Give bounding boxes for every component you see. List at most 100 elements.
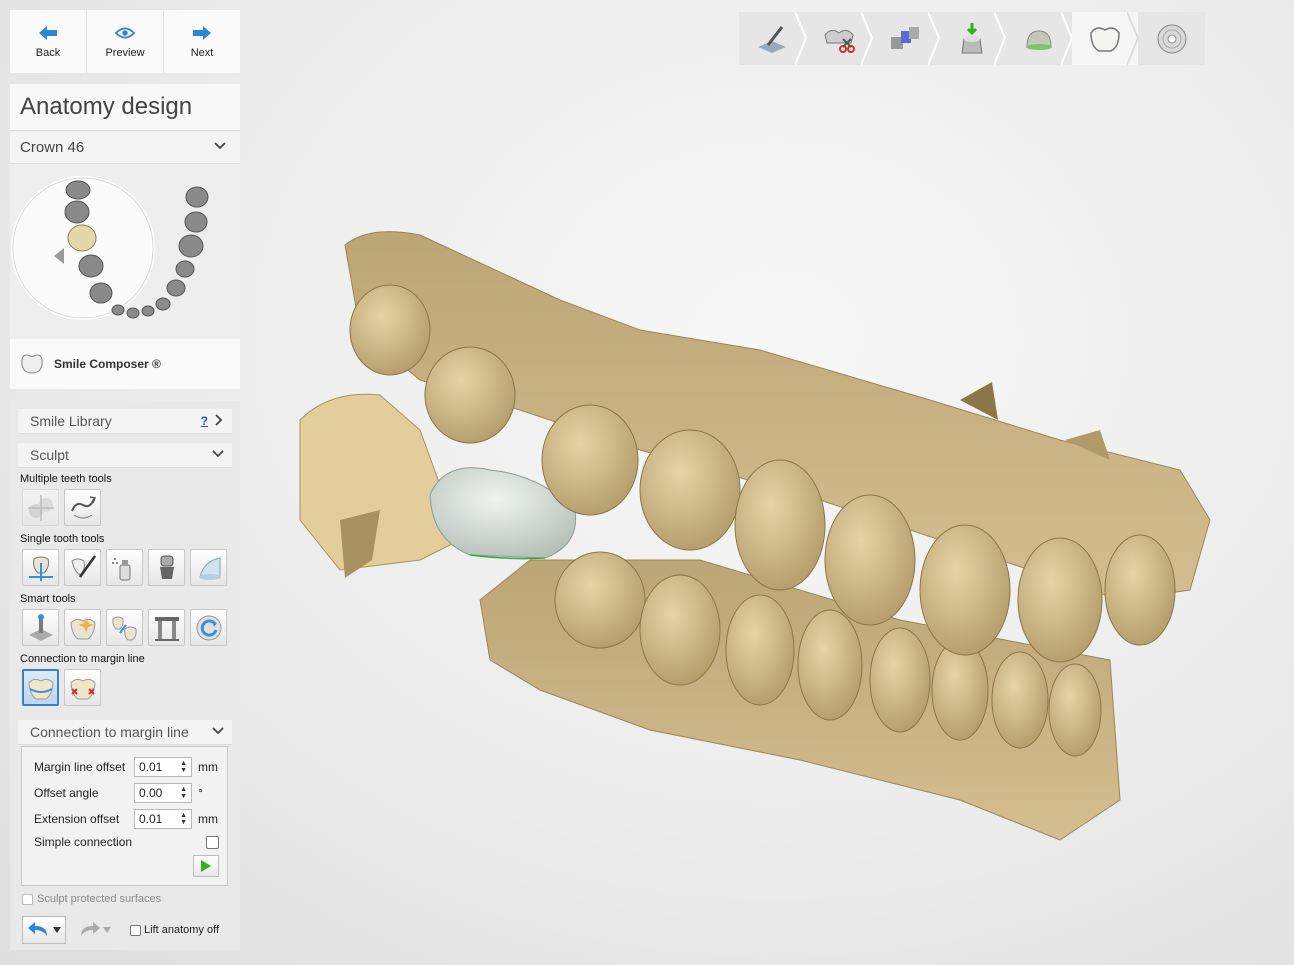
sculpt-protected-checkbox[interactable] <box>22 893 33 905</box>
tooth-icon[interactable] <box>155 297 171 311</box>
coping-icon <box>1025 29 1052 50</box>
unit-label: ° <box>198 786 203 800</box>
chevron-right-icon <box>214 413 224 429</box>
step-save[interactable] <box>1138 12 1205 65</box>
selected-tooth-icon[interactable] <box>67 224 97 252</box>
spinner-arrows-icon[interactable]: ▲ ▼ <box>180 760 187 774</box>
spinner-arrows-icon[interactable]: ▲ ▼ <box>180 812 187 826</box>
tooth-icon[interactable] <box>64 200 90 224</box>
shape-tool-button[interactable] <box>148 549 185 586</box>
extension-offset-label: Extension offset <box>34 812 120 826</box>
lift-anatomy-off-option[interactable]: Lift anatomy off <box>130 924 219 936</box>
freeform-tool-button[interactable] <box>64 549 101 586</box>
tooth-icon[interactable] <box>166 279 186 297</box>
transform-tooth-button[interactable] <box>22 549 59 586</box>
spray-icon <box>111 557 130 580</box>
tooth-icon[interactable] <box>126 307 140 319</box>
back-button[interactable]: Back <box>10 10 87 73</box>
help-link[interactable]: ? <box>201 414 208 428</box>
sculpt-protected-option[interactable]: Sculpt protected surfaces <box>22 893 161 905</box>
spinner-arrows-icon[interactable]: ▲ ▼ <box>180 786 187 800</box>
preview-button[interactable]: Preview <box>87 10 164 73</box>
step-coping[interactable] <box>1005 12 1073 65</box>
smile-composer-button[interactable]: Smile Composer ® <box>10 339 240 389</box>
simple-connection-checkbox[interactable] <box>206 835 219 849</box>
chevron-down-icon <box>214 140 226 155</box>
tooth-icon[interactable] <box>141 305 155 317</box>
redo-button[interactable] <box>72 916 116 944</box>
margin-parameters: Margin line offset 0.01 ▲ ▼ mm Offset ang… <box>21 746 228 886</box>
reset-tool-button[interactable] <box>190 609 227 646</box>
undo-button[interactable] <box>22 916 66 944</box>
eye-icon <box>115 27 135 38</box>
add-remove-material-button[interactable] <box>106 549 143 586</box>
pillars-icon <box>154 616 179 641</box>
disconnect-margin-button[interactable] <box>64 669 101 706</box>
offset-angle-value: 0.00 <box>139 786 163 800</box>
offset-angle-input[interactable]: 0.00 ▲ ▼ <box>134 783 192 803</box>
margin-tools <box>22 669 101 706</box>
transform-tooth-icon <box>28 556 53 581</box>
tooth-morph-icon <box>111 616 137 640</box>
tooth-chart[interactable] <box>10 166 240 338</box>
margin-tools-label: Connection to margin line <box>20 653 145 665</box>
tooth-icon[interactable] <box>111 304 125 316</box>
chevron-down-icon <box>212 448 224 463</box>
tooth-icon[interactable] <box>184 211 208 233</box>
crown-margin-icon <box>27 678 54 699</box>
back-label: Back <box>35 46 61 59</box>
step-cut-model[interactable] <box>806 12 874 65</box>
deform-icon <box>70 495 96 518</box>
transform-teeth-button[interactable] <box>22 489 59 526</box>
pen-tooth-icon <box>70 554 96 578</box>
extension-offset-input[interactable]: 0.01 ▲ ▼ <box>134 809 192 829</box>
offset-angle-label: Offset angle <box>34 786 99 800</box>
offset-angle-row: Offset angle 0.00 ▲ ▼ ° <box>34 783 203 803</box>
deform-teeth-button[interactable] <box>64 489 101 526</box>
margin-line-offset-value: 0.01 <box>139 760 163 774</box>
next-button[interactable]: Next <box>164 10 240 73</box>
extension-offset-row: Extension offset 0.01 ▲ ▼ mm <box>34 809 218 829</box>
flatten-tool-button[interactable] <box>190 549 227 586</box>
3d-viewport[interactable] <box>245 70 1285 960</box>
restoration-panel: Anatomy design Crown 46 Smile Composer ® <box>10 84 240 389</box>
smart-tools-label: Smart tools <box>20 593 76 605</box>
tooth-icon[interactable] <box>175 260 195 278</box>
move-teeth-icon <box>27 494 54 521</box>
step-anatomy[interactable] <box>1071 12 1140 65</box>
lift-anatomy-off-label: Lift anatomy off <box>144 924 220 936</box>
extension-offset-value: 0.01 <box>139 812 163 826</box>
crown-cross-icon <box>69 678 96 699</box>
margin-section-header[interactable]: Connection to margin line <box>18 720 232 745</box>
smile-library-label: Smile Library <box>30 413 112 429</box>
refresh-icon <box>196 615 221 640</box>
step-margin[interactable] <box>739 12 807 65</box>
margin-line-offset-input[interactable]: 0.01 ▲ ▼ <box>134 757 192 777</box>
bridge-tool-button[interactable] <box>148 609 185 646</box>
insertion-axis-icon <box>891 26 920 49</box>
lift-anatomy-off-checkbox[interactable] <box>130 924 141 936</box>
unit-label: mm <box>198 812 218 826</box>
margin-line-offset-row: Margin line offset 0.01 ▲ ▼ mm <box>34 757 218 777</box>
tooth-icon[interactable] <box>185 186 209 208</box>
tooth-icon[interactable] <box>65 180 91 200</box>
step-die-design[interactable] <box>939 12 1007 65</box>
connect-margin-button[interactable] <box>22 669 59 706</box>
step-insertion-axis[interactable] <box>872 12 940 65</box>
smile-composer-label: Smile Composer ® <box>54 357 161 371</box>
morph-tool-button[interactable] <box>106 609 143 646</box>
tooth-icon[interactable] <box>89 282 113 304</box>
undo-icon <box>28 922 47 936</box>
dropdown-arrow-icon[interactable] <box>53 927 61 933</box>
tooth-icon[interactable] <box>78 254 104 278</box>
smile-library-header[interactable]: Smile Library ? <box>18 409 232 434</box>
sculpt-protected-label: Sculpt protected surfaces <box>37 893 162 905</box>
tooth-icon[interactable] <box>178 234 204 258</box>
margin-section-title: Connection to margin line <box>30 724 189 740</box>
attach-tool-button[interactable] <box>22 609 59 646</box>
sculpt-header[interactable]: Sculpt <box>18 443 232 468</box>
adapt-tool-button[interactable] <box>64 609 101 646</box>
apply-button[interactable] <box>193 855 219 877</box>
dropdown-arrow-icon[interactable] <box>103 927 111 933</box>
restoration-selector[interactable]: Crown 46 <box>10 132 240 164</box>
